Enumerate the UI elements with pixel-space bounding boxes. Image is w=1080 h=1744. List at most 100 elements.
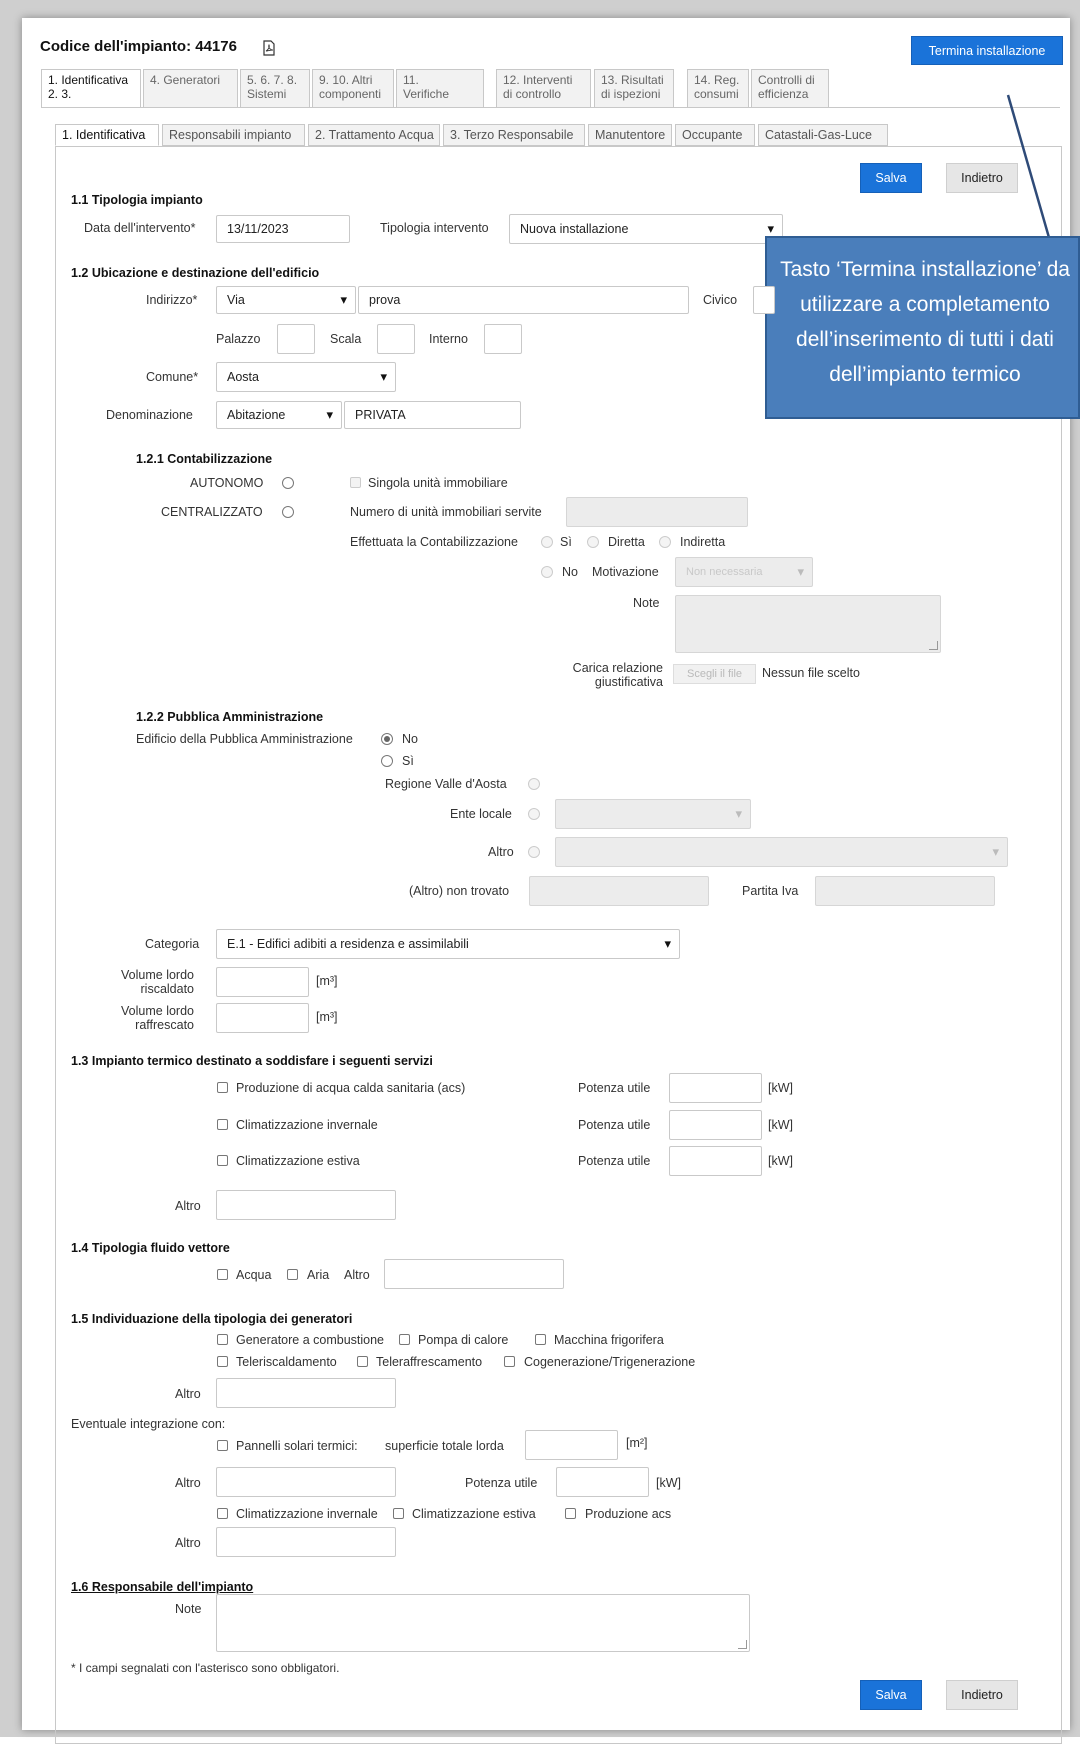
subtab-catastali[interactable]: Catastali-Gas-Luce (758, 124, 888, 146)
civico-input[interactable] (753, 286, 775, 314)
edificio-pa-label: Edificio della Pubblica Amministrazione (136, 732, 353, 746)
potenza-integrazione-unit: [kW] (656, 1476, 681, 1490)
estiva-unit: [kW] (768, 1154, 793, 1168)
tabs-divider (41, 107, 1060, 108)
altro-pa-radio[interactable] (528, 846, 540, 858)
acs-potenza-input[interactable] (669, 1073, 762, 1103)
finish-installation-button[interactable]: Termina installazione (911, 36, 1063, 65)
tab-interventi-controllo[interactable]: 12. Interventi di controllo (496, 69, 591, 107)
estiva-potenza-input[interactable] (669, 1146, 762, 1176)
subtab-identificativa[interactable]: 1. Identificativa (55, 124, 159, 146)
acqua-checkbox[interactable] (217, 1269, 228, 1280)
superficie-input[interactable] (525, 1430, 618, 1460)
categoria-select[interactable]: E.1 - Edifici adibiti a residenza e assi… (216, 929, 680, 959)
non-trovato-input[interactable] (529, 876, 709, 906)
estiva-checkbox[interactable] (217, 1155, 228, 1166)
pa-no-radio[interactable] (381, 733, 393, 745)
subtab-terzo-responsabile[interactable]: 3. Terzo Responsabile (443, 124, 585, 146)
tab-identificativa[interactable]: 1. Identificativa 2. 3. (41, 69, 141, 107)
address-label: Indirizzo* (146, 293, 198, 307)
palazzo-input[interactable] (277, 324, 315, 354)
teleriscaldamento-checkbox[interactable] (217, 1356, 228, 1367)
tab-reg-consumi[interactable]: 14. Reg. consumi (687, 69, 749, 107)
tab-risultati-ispezioni[interactable]: 13. Risultati di ispezioni (594, 69, 674, 107)
pdf-icon[interactable] (262, 40, 276, 56)
comune-select[interactable]: Aosta (216, 362, 396, 392)
address-type-select[interactable]: Via (216, 286, 356, 314)
cogenerazione-label: Cogenerazione/Trigenerazione (524, 1355, 696, 1369)
altro-generatori-input[interactable] (216, 1378, 396, 1408)
pannelli-solari-checkbox[interactable] (217, 1440, 228, 1451)
numero-unita-input[interactable] (566, 497, 748, 527)
acs-checkbox[interactable] (217, 1082, 228, 1093)
altro-clim-input[interactable] (216, 1527, 396, 1557)
centralizzato-radio[interactable] (282, 506, 294, 518)
pa-si-radio[interactable] (381, 755, 393, 767)
choose-file-button[interactable]: Scegli il file (673, 664, 756, 684)
acs-potenza-label: Potenza utile (578, 1081, 651, 1095)
cogenerazione-checkbox[interactable] (504, 1356, 515, 1367)
macchina-frigorifera-checkbox[interactable] (535, 1334, 546, 1345)
aria-label: Aria (307, 1268, 330, 1282)
back-button-bottom[interactable]: Indietro (946, 1680, 1018, 1710)
generatore-combustione-checkbox[interactable] (217, 1334, 228, 1345)
save-button-bottom[interactable]: Salva (860, 1680, 922, 1710)
subtab-occupante[interactable]: Occupante (675, 124, 755, 146)
clim-estiva-checkbox[interactable] (393, 1508, 404, 1519)
note-responsabile-textarea[interactable] (216, 1594, 750, 1652)
altro-servizi-input[interactable] (216, 1190, 396, 1220)
invernale-checkbox[interactable] (217, 1119, 228, 1130)
integrazione-label: Eventuale integrazione con: (71, 1417, 226, 1431)
superficie-label: superficie totale lorda (385, 1439, 504, 1453)
save-button[interactable]: Salva (860, 163, 922, 193)
partita-iva-input[interactable] (815, 876, 995, 906)
effettuata-si-radio[interactable] (541, 536, 553, 548)
regione-radio[interactable] (528, 778, 540, 790)
diretta-radio[interactable] (587, 536, 599, 548)
autonomo-radio[interactable] (282, 477, 294, 489)
singola-unita-checkbox[interactable] (350, 477, 361, 488)
subtab-responsabili[interactable]: Responsabili impianto (162, 124, 305, 146)
ente-locale-select[interactable] (555, 799, 751, 829)
clim-invernale-checkbox[interactable] (217, 1508, 228, 1519)
section-1-2-2-title: 1.2.2 Pubblica Amministrazione (136, 710, 324, 724)
note-textarea[interactable] (675, 595, 941, 653)
ente-locale-radio[interactable] (528, 808, 540, 820)
tab-generatori[interactable]: 4. Generatori (143, 69, 238, 107)
date-input[interactable]: 13/11/2023 (216, 215, 350, 243)
pannelli-solari-label: Pannelli solari termici: (236, 1439, 358, 1453)
partita-iva-label: Partita Iva (742, 884, 799, 898)
aria-checkbox[interactable] (287, 1269, 298, 1280)
address-input[interactable]: prova (358, 286, 689, 314)
denominazione-input[interactable]: PRIVATA (344, 401, 521, 429)
denominazione-select[interactable]: Abitazione (216, 401, 342, 429)
produzione-acs-checkbox[interactable] (565, 1508, 576, 1519)
pompa-calore-checkbox[interactable] (399, 1334, 410, 1345)
interno-input[interactable] (484, 324, 522, 354)
tab-sistemi[interactable]: 5. 6. 7. 8. Sistemi (240, 69, 310, 107)
subtab-trattamento-acqua[interactable]: 2. Trattamento Acqua (308, 124, 440, 146)
altro-pa-select[interactable] (555, 837, 1008, 867)
scala-input[interactable] (377, 324, 415, 354)
invernale-potenza-label: Potenza utile (578, 1118, 651, 1132)
subtab-manutentore[interactable]: Manutentore (588, 124, 672, 146)
altro-fluido-input[interactable] (384, 1259, 564, 1289)
effettuata-si-label: Sì (560, 535, 572, 549)
indiretta-radio[interactable] (659, 536, 671, 548)
intervention-type-select[interactable]: Nuova installazione (509, 214, 783, 244)
altro-integrazione-input[interactable] (216, 1467, 396, 1497)
tab-verifiche[interactable]: 11. Verifiche (396, 69, 484, 107)
invernale-potenza-input[interactable] (669, 1110, 762, 1140)
effettuata-label: Effettuata la Contabilizzazione (350, 535, 518, 549)
potenza-integrazione-input[interactable] (556, 1467, 649, 1497)
teleraffrescamento-checkbox[interactable] (357, 1356, 368, 1367)
motivazione-select[interactable]: Non necessaria (675, 557, 813, 587)
tab-altri-componenti[interactable]: 9. 10. Altri componenti (312, 69, 394, 107)
volume-raffrescato-input[interactable] (216, 1003, 309, 1033)
volume-riscaldato-input[interactable] (216, 967, 309, 997)
carica-relazione-label: Carica relazione giustificativa (572, 661, 663, 689)
section-1-2-1-title: 1.2.1 Contabilizzazione (136, 452, 273, 466)
volume-raffrescato-unit: [m³] (316, 1010, 338, 1024)
tab-controlli-efficienza[interactable]: Controlli di efficienza (751, 69, 829, 107)
effettuata-no-radio[interactable] (541, 566, 553, 578)
